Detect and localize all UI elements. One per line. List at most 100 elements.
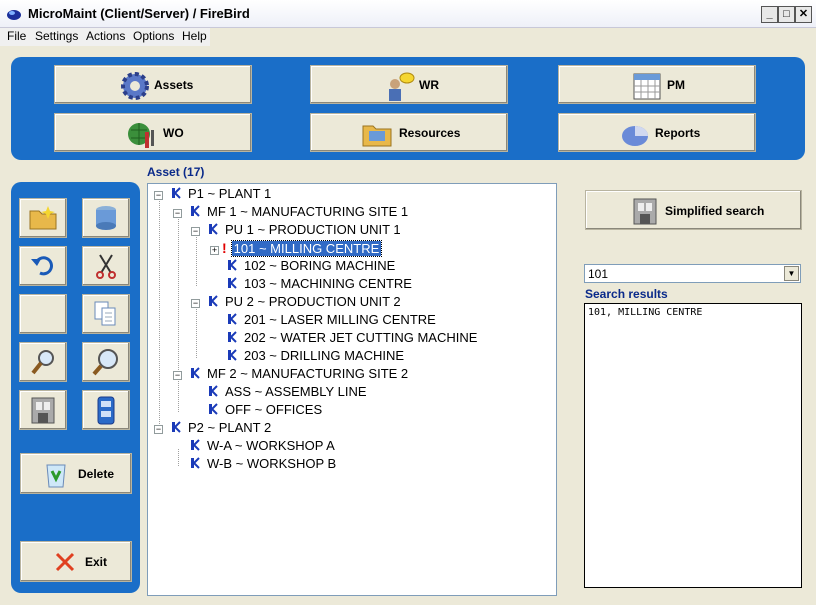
magnifier-large-icon <box>92 349 118 376</box>
wr-label: WR <box>419 78 439 92</box>
folder-new-icon <box>29 206 57 230</box>
menu-file[interactable]: File <box>7 29 26 43</box>
tree-node-selected[interactable]: +! 101 ~ MILLING CENTRE <box>210 240 383 257</box>
asset-count-label: Asset (17) <box>147 165 205 179</box>
undo-icon <box>31 256 53 276</box>
collapse-toggle[interactable]: − <box>173 371 182 380</box>
new-asset-button[interactable] <box>19 198 67 238</box>
delete-button[interactable]: Delete <box>20 453 132 494</box>
tree-line <box>178 215 179 376</box>
tree-node[interactable]: − MF 2 ~ MANUFACTURING SITE 2 <box>173 366 410 383</box>
tree-node[interactable]: 203 ~ DRILLING MACHINE <box>210 348 406 365</box>
title-bar[interactable]: MicroMaint (Client/Server) / FireBird _ … <box>0 0 816 28</box>
database-icon <box>96 206 116 230</box>
tree-node[interactable]: − MF 1 ~ MANUFACTURING SITE 1 <box>173 204 410 221</box>
calendar-icon <box>633 73 661 100</box>
asset-tree[interactable]: − P1 ~ PLANT 1 − MF 1 ~ MANUFACTURING SITE… <box>147 183 557 596</box>
zoom-button[interactable] <box>82 342 130 382</box>
assets-button[interactable]: Assets <box>54 65 252 104</box>
close-button[interactable]: ✕ <box>795 6 812 23</box>
collapse-toggle[interactable]: − <box>191 299 200 308</box>
minimize-button[interactable]: _ <box>761 6 778 23</box>
tree-node[interactable]: 103 ~ MACHINING CENTRE <box>210 276 414 293</box>
asset-icon <box>226 349 238 361</box>
asset-icon <box>170 421 182 433</box>
asset-icon <box>189 205 201 217</box>
menu-options[interactable]: Options <box>133 29 174 43</box>
tree-node[interactable]: − P1 ~ PLANT 1 <box>154 186 273 203</box>
asset-icon <box>189 439 201 451</box>
asset-icon <box>207 385 219 397</box>
simplified-search-button[interactable]: Simplified search <box>585 190 802 230</box>
copy-button[interactable] <box>82 294 130 334</box>
search-results-list[interactable]: 101, MILLING CENTRE <box>584 303 802 588</box>
wo-label: WO <box>163 126 184 140</box>
tree-node[interactable]: − PU 2 ~ PRODUCTION UNIT 2 <box>191 294 403 311</box>
search-combo[interactable]: 101 ▼ <box>584 264 801 283</box>
simplified-search-label: Simplified search <box>665 204 765 218</box>
find-button[interactable] <box>19 342 67 382</box>
tree-node[interactable]: W-A ~ WORKSHOP A <box>173 438 337 455</box>
machine-search-button[interactable] <box>19 390 67 430</box>
tree-line <box>159 197 160 430</box>
asset-icon <box>226 331 238 343</box>
reports-button[interactable]: Reports <box>558 113 756 152</box>
tree-node[interactable]: − PU 1 ~ PRODUCTION UNIT 1 <box>191 222 403 239</box>
tree-node[interactable]: − P2 ~ PLANT 2 <box>154 420 273 437</box>
cabinet-button[interactable] <box>82 390 130 430</box>
wr-button[interactable]: WR <box>310 65 508 104</box>
undo-button[interactable] <box>19 246 67 286</box>
folder-icon <box>362 125 392 147</box>
menu-bar: File Settings Actions Options Help <box>0 28 210 46</box>
alert-icon: ! <box>222 240 227 256</box>
pm-button[interactable]: PM <box>558 65 756 104</box>
database-button[interactable] <box>82 198 130 238</box>
cut-button[interactable] <box>82 246 130 286</box>
asset-icon <box>226 277 238 289</box>
exit-label: Exit <box>85 555 108 569</box>
exit-button[interactable]: Exit <box>20 541 132 582</box>
tool-panel: Delete Exit <box>11 182 140 593</box>
globe-tools-icon <box>128 123 154 148</box>
asset-icon <box>207 295 219 307</box>
gear-icon <box>121 72 149 100</box>
tree-node[interactable]: W-B ~ WORKSHOP B <box>173 456 338 473</box>
delete-label: Delete <box>78 467 115 481</box>
pm-label: PM <box>667 78 685 92</box>
tree-node[interactable]: 201 ~ LASER MILLING CENTRE <box>210 312 438 329</box>
expand-toggle[interactable]: + <box>210 246 219 255</box>
machine-icon <box>31 397 55 424</box>
magnifier-icon <box>31 350 54 375</box>
menu-settings[interactable]: Settings <box>35 29 78 43</box>
module-panel: Assets WR PM WO Resources Reports <box>11 57 805 160</box>
app-logo-icon <box>7 10 21 20</box>
window-title: MicroMaint (Client/Server) / FireBird <box>28 6 250 21</box>
chevron-down-icon[interactable]: ▼ <box>784 266 799 281</box>
collapse-toggle[interactable]: − <box>154 425 163 434</box>
resources-label: Resources <box>399 126 461 140</box>
cabinet-icon <box>97 396 115 425</box>
collapse-toggle[interactable]: − <box>154 191 163 200</box>
list-item[interactable]: 101, MILLING CENTRE <box>588 307 702 318</box>
scissors-icon <box>96 254 116 279</box>
asset-icon <box>207 403 219 415</box>
search-combo-value: 101 <box>588 267 609 281</box>
collapse-toggle[interactable]: − <box>173 209 182 218</box>
maximize-button[interactable]: □ <box>778 6 795 23</box>
menu-help[interactable]: Help <box>182 29 207 43</box>
machine-icon <box>633 198 657 225</box>
asset-icon <box>226 313 238 325</box>
asset-icon <box>189 367 201 379</box>
tree-node[interactable]: 102 ~ BORING MACHINE <box>210 258 397 275</box>
reports-label: Reports <box>655 126 701 140</box>
close-x-icon <box>55 552 75 572</box>
tree-node[interactable]: ASS ~ ASSEMBLY LINE <box>191 384 369 401</box>
resources-button[interactable]: Resources <box>310 113 508 152</box>
tree-node[interactable]: 202 ~ WATER JET CUTTING MACHINE <box>210 330 479 347</box>
tree-node[interactable]: OFF ~ OFFICES <box>191 402 324 419</box>
wo-button[interactable]: WO <box>54 113 252 152</box>
blank-button[interactable] <box>19 294 67 334</box>
collapse-toggle[interactable]: − <box>191 227 200 236</box>
tree-line <box>196 233 197 286</box>
menu-actions[interactable]: Actions <box>86 29 125 43</box>
